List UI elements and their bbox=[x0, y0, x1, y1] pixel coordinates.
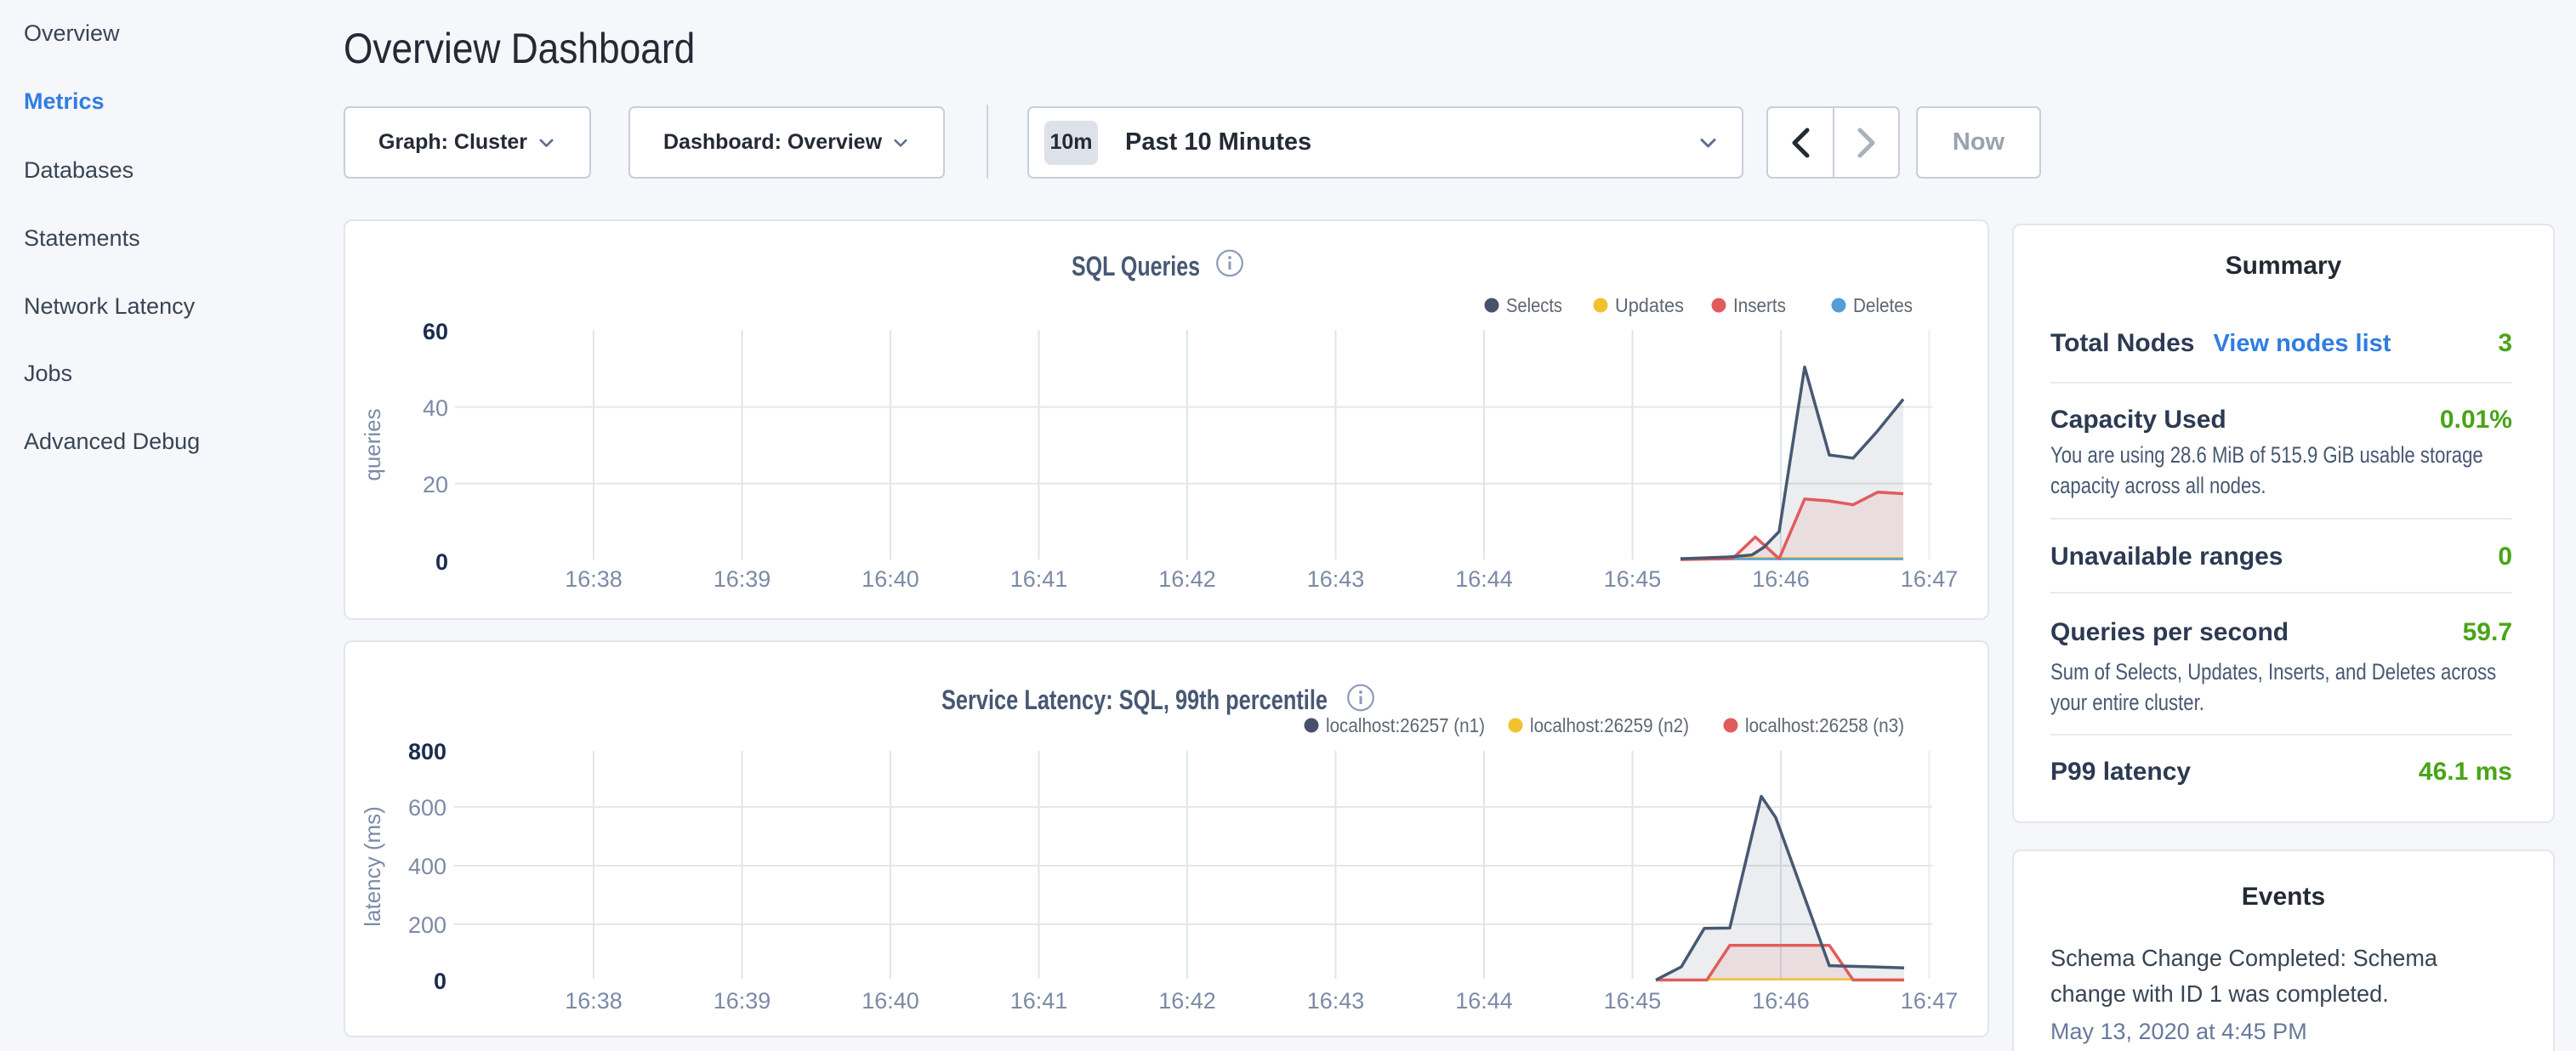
svg-text:queries: queries bbox=[360, 408, 385, 480]
svg-text:Inserts: Inserts bbox=[1733, 294, 1786, 316]
svg-text:16:45: 16:45 bbox=[1604, 988, 1662, 1014]
svg-text:0: 0 bbox=[435, 549, 448, 575]
svg-text:16:41: 16:41 bbox=[1010, 566, 1068, 592]
svg-text:16:43: 16:43 bbox=[1307, 566, 1365, 592]
svg-text:16:39: 16:39 bbox=[714, 988, 771, 1014]
svg-text:localhost:26257 (n1): localhost:26257 (n1) bbox=[1326, 714, 1485, 736]
svg-text:200: 200 bbox=[408, 912, 446, 938]
svg-text:16:44: 16:44 bbox=[1455, 566, 1513, 592]
svg-text:400: 400 bbox=[408, 854, 446, 879]
svg-text:SQL Queries: SQL Queries bbox=[1072, 251, 1200, 281]
svg-text:Deletes: Deletes bbox=[1853, 294, 1913, 316]
svg-text:16:39: 16:39 bbox=[714, 566, 771, 592]
svg-text:16:40: 16:40 bbox=[862, 988, 919, 1014]
svg-text:Service Latency: SQL, 99th per: Service Latency: SQL, 99th percentile bbox=[941, 685, 1328, 715]
svg-text:0: 0 bbox=[434, 969, 446, 994]
svg-text:60: 60 bbox=[423, 319, 448, 344]
svg-text:800: 800 bbox=[408, 739, 446, 764]
svg-text:16:45: 16:45 bbox=[1604, 566, 1662, 592]
svg-text:Updates: Updates bbox=[1615, 294, 1684, 316]
svg-text:16:47: 16:47 bbox=[1901, 566, 1959, 592]
svg-text:16:44: 16:44 bbox=[1455, 988, 1513, 1014]
svg-text:16:38: 16:38 bbox=[565, 566, 623, 592]
svg-text:16:42: 16:42 bbox=[1158, 988, 1216, 1014]
svg-text:16:47: 16:47 bbox=[1901, 988, 1959, 1014]
svg-text:16:46: 16:46 bbox=[1752, 566, 1810, 592]
svg-text:Selects: Selects bbox=[1506, 294, 1562, 316]
svg-text:20: 20 bbox=[423, 472, 448, 497]
svg-text:16:40: 16:40 bbox=[862, 566, 919, 592]
svg-text:16:41: 16:41 bbox=[1010, 988, 1068, 1014]
svg-text:16:42: 16:42 bbox=[1158, 566, 1216, 592]
svg-text:16:46: 16:46 bbox=[1752, 988, 1810, 1014]
svg-text:40: 40 bbox=[423, 395, 448, 421]
svg-text:localhost:26258 (n3): localhost:26258 (n3) bbox=[1745, 714, 1904, 736]
svg-text:localhost:26259 (n2): localhost:26259 (n2) bbox=[1530, 714, 1689, 736]
svg-text:600: 600 bbox=[408, 795, 446, 821]
svg-text:16:38: 16:38 bbox=[565, 988, 623, 1014]
svg-text:latency (ms): latency (ms) bbox=[360, 806, 385, 927]
svg-text:16:43: 16:43 bbox=[1307, 988, 1365, 1014]
